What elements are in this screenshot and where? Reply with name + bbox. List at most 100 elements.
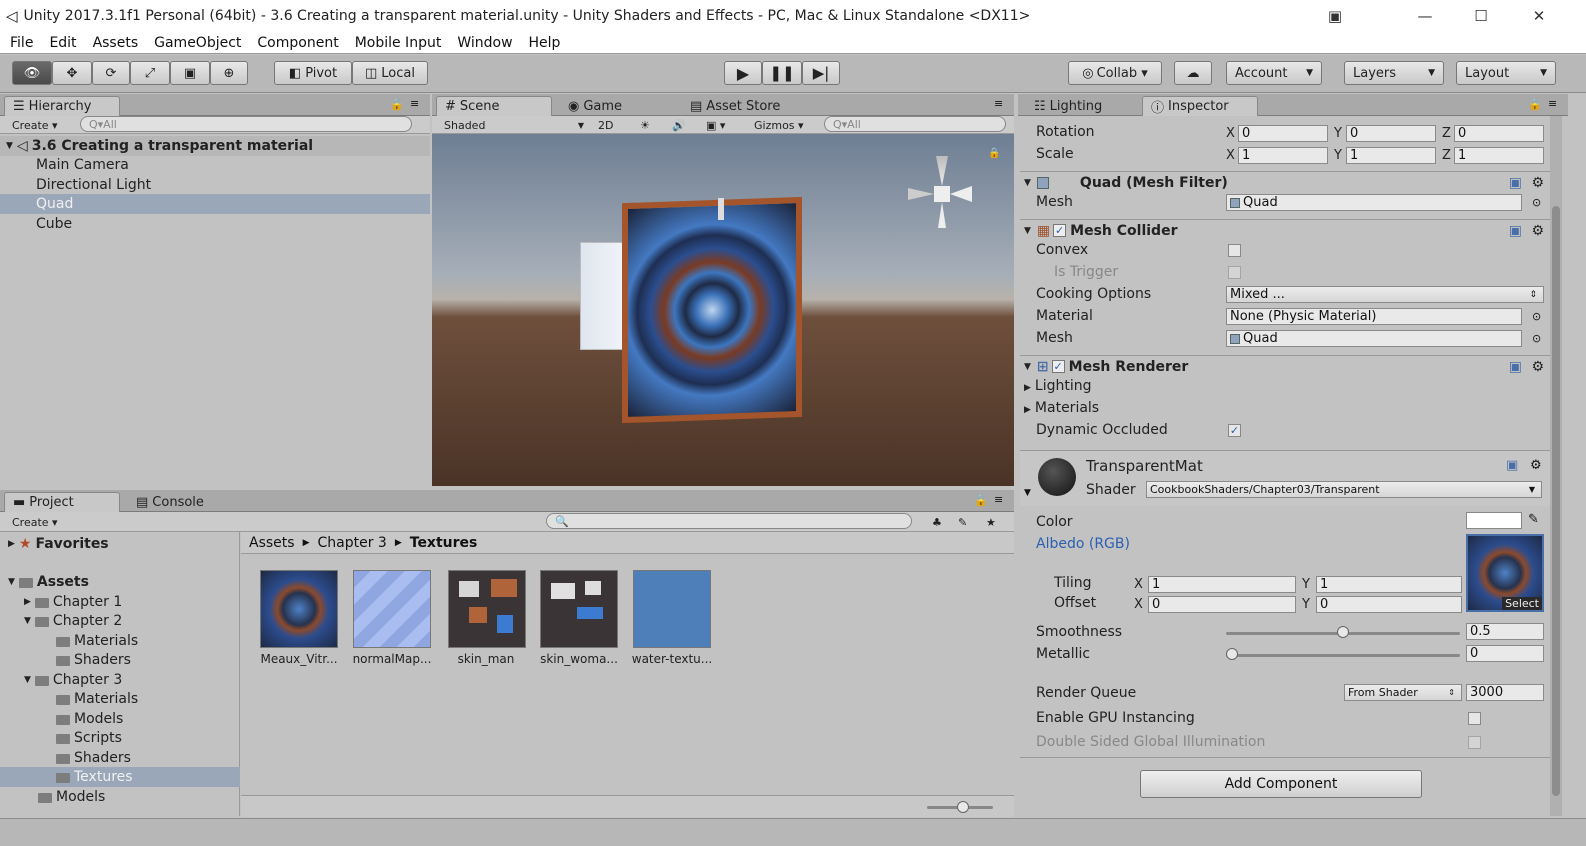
mesh-filter-mesh-field[interactable]: Quad [1226, 194, 1522, 211]
favorite-star-icon[interactable]: ★ [982, 514, 1000, 530]
render-queue-field[interactable]: 3000 [1466, 684, 1544, 701]
rotation-y-field[interactable]: 0 [1346, 125, 1436, 142]
rect-tool-icon[interactable]: ▣ [170, 61, 210, 85]
tab-hierarchy[interactable]: ☰ Hierarchy [4, 96, 120, 116]
is-trigger-checkbox[interactable] [1228, 266, 1241, 279]
project-create-button[interactable]: Create ▾ [8, 514, 62, 530]
scene-viewport[interactable]: 🔒 [432, 134, 1014, 486]
breadcrumb-assets[interactable]: Assets [249, 535, 295, 551]
tab-game[interactable]: ◉ Game [560, 96, 660, 116]
search-by-label-icon[interactable]: ✎ [954, 514, 971, 530]
scene-orientation-gizmo[interactable] [908, 156, 978, 234]
tab-project[interactable]: ▬ Project [4, 492, 120, 512]
add-component-button[interactable]: Add Component [1140, 770, 1422, 798]
metallic-knob[interactable] [1226, 648, 1238, 660]
lighting-foldout[interactable]: ▶ Lighting [1024, 378, 1092, 394]
help-book-icon[interactable]: ▣ [1509, 359, 1522, 375]
tree-models[interactable]: Models [0, 787, 105, 807]
menu-gameobject[interactable]: GameObject [154, 35, 241, 51]
offset-y-field[interactable]: 0 [1316, 596, 1462, 613]
menu-component[interactable]: Component [257, 35, 338, 51]
component-gear-icon[interactable]: ⚙ [1531, 359, 1544, 375]
lock-icon[interactable]: 🔒 [1528, 98, 1542, 111]
scene-lighting-icon[interactable]: ☀ [636, 117, 654, 133]
asset-thumb-water-texture[interactable] [633, 570, 711, 648]
enabled-checkbox[interactable]: ✓ [1053, 224, 1067, 237]
albedo-texture-slot[interactable]: Select [1466, 534, 1544, 612]
tab-scene[interactable]: # Scene [436, 96, 552, 116]
gizmo-y-axis-icon[interactable] [936, 156, 948, 186]
materials-foldout[interactable]: ▶ Materials [1024, 400, 1099, 416]
breadcrumb-textures[interactable]: Textures [410, 535, 478, 551]
expand-arrow-icon[interactable]: ▼ [8, 577, 15, 587]
tree-chapter-3-materials[interactable]: Materials [0, 689, 138, 709]
tree-chapter-3-models[interactable]: Models [0, 709, 123, 729]
help-book-icon[interactable]: ▣ [1509, 223, 1522, 239]
help-book-icon[interactable]: ▣ [1506, 458, 1518, 473]
smoothness-knob[interactable] [1337, 626, 1349, 638]
tree-chapter-2[interactable]: ▼ Chapter 2 [0, 611, 122, 631]
scale-tool-icon[interactable]: ⤢ [130, 61, 170, 85]
scale-z-field[interactable]: 1 [1454, 147, 1544, 164]
double-sided-gi-checkbox[interactable] [1468, 736, 1481, 749]
hierarchy-item-quad[interactable]: Quad [0, 194, 430, 214]
expand-arrow-icon[interactable]: ▼ [1024, 226, 1031, 236]
cooking-options-dropdown[interactable]: Mixed ... ⇕ [1226, 286, 1544, 303]
gizmo-lock-icon[interactable]: 🔒 [988, 148, 1000, 159]
tree-chapter-3-shaders[interactable]: Shaders [0, 748, 131, 768]
gizmos-dropdown[interactable]: Gizmos ▾ [750, 117, 808, 133]
inspector-scrollbar[interactable] [1550, 116, 1562, 816]
rotation-x-field[interactable]: 0 [1238, 125, 1328, 142]
panel-menu-icon[interactable]: ≡ [994, 97, 1003, 110]
tree-assets[interactable]: ▼ Assets [0, 572, 89, 592]
pause-button[interactable]: ❚❚ [762, 61, 802, 85]
menu-assets[interactable]: Assets [93, 35, 139, 51]
gizmo-center-icon[interactable] [934, 186, 950, 202]
convex-checkbox[interactable] [1228, 244, 1241, 257]
tiling-y-field[interactable]: 1 [1316, 576, 1462, 593]
lock-icon[interactable]: 🔒 [974, 494, 988, 507]
search-by-type-icon[interactable]: ♣ [928, 514, 946, 530]
expand-arrow-icon[interactable]: ▼ [1024, 488, 1031, 498]
close-button[interactable]: ✕ [1516, 0, 1562, 32]
expand-arrow-icon[interactable]: ▼ [6, 141, 13, 151]
gizmo-z-axis-icon[interactable] [950, 186, 972, 202]
account-dropdown[interactable]: Account ▼ [1226, 61, 1322, 85]
scale-x-field[interactable]: 1 [1238, 147, 1328, 164]
mesh-renderer-header[interactable]: ▼ ⊞ ✓ Mesh Renderer ▣ ⚙ [1020, 355, 1550, 377]
component-gear-icon[interactable]: ⚙ [1531, 223, 1544, 239]
scene-search-input[interactable]: Q▾All [824, 116, 1006, 132]
expand-arrow-icon[interactable]: ▼ [1024, 362, 1031, 372]
menu-mobile-input[interactable]: Mobile Input [355, 35, 442, 51]
layout-dropdown[interactable]: Layout ▼ [1456, 61, 1556, 85]
offset-x-field[interactable]: 0 [1148, 596, 1296, 613]
tab-asset-store[interactable]: ▤ Asset Store [682, 96, 812, 116]
panel-menu-icon[interactable]: ≡ [1548, 97, 1557, 110]
shading-mode-dropdown[interactable]: Shaded ▼ [440, 117, 588, 133]
component-gear-icon[interactable]: ⚙ [1530, 458, 1542, 473]
scrollbar-thumb[interactable] [1552, 206, 1560, 796]
cloud-button[interactable]: ☁ [1174, 61, 1212, 85]
menu-help[interactable]: Help [529, 35, 561, 51]
gizmo-neg-y-icon[interactable] [938, 202, 946, 228]
rotation-z-field[interactable]: 0 [1454, 125, 1544, 142]
pivot-toggle[interactable]: ◧ Pivot [274, 61, 352, 85]
minimize-button[interactable]: — [1402, 0, 1448, 32]
scene-root-row[interactable]: ▼ ◁ 3.6 Creating a transparent material [0, 136, 430, 156]
material-preview-sphere[interactable] [1038, 458, 1076, 496]
color-swatch[interactable] [1466, 512, 1522, 529]
hierarchy-item-cube[interactable]: Cube [0, 214, 430, 234]
transform-tool-icon[interactable]: ⊕ [210, 61, 248, 85]
scene-audio-icon[interactable]: 🔊 [668, 117, 690, 133]
layers-dropdown[interactable]: Layers ▼ [1344, 61, 1444, 85]
eyedropper-icon[interactable]: ✎ [1528, 512, 1539, 527]
asset-thumb-skin-man[interactable] [448, 570, 526, 648]
mesh-collider-header[interactable]: ▼ ▦ ✓ Mesh Collider ▣ ⚙ [1020, 219, 1550, 241]
help-book-icon[interactable]: ▣ [1509, 175, 1522, 191]
tab-lighting[interactable]: ☷ Lighting [1026, 96, 1136, 116]
tree-chapter-1[interactable]: ▶ Chapter 1 [0, 592, 122, 612]
move-tool-icon[interactable]: ✥ [52, 61, 92, 85]
mesh-filter-header[interactable]: ▼ Quad (Mesh Filter) ▣ ⚙ [1020, 171, 1550, 193]
dynamic-occluded-checkbox[interactable]: ✓ [1228, 424, 1241, 437]
tab-inspector[interactable]: ⓘ Inspector [1142, 96, 1258, 116]
